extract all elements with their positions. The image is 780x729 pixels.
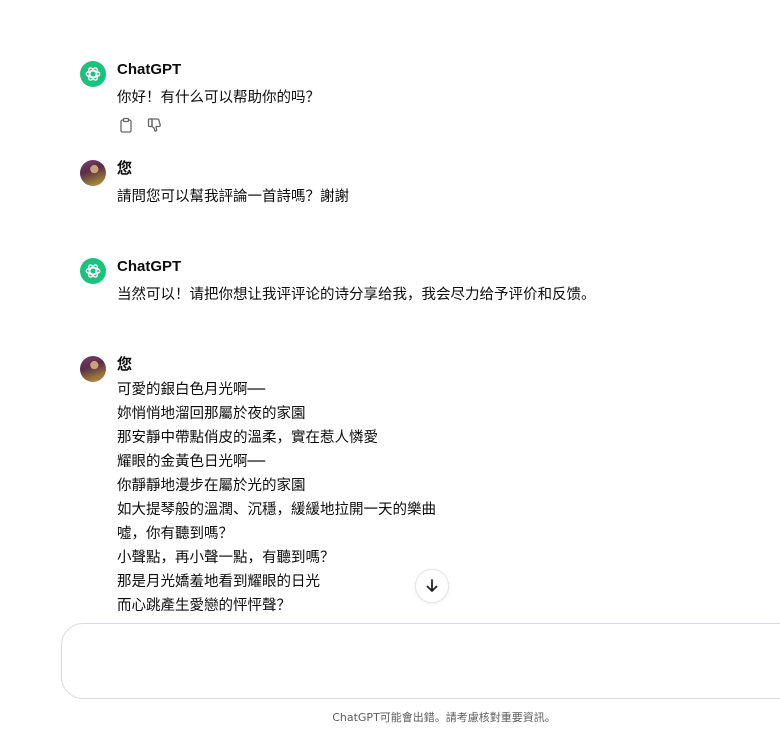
poem-line: 耀眼的金黃色日光啊── [117,454,265,470]
message-text: 当然可以！请把你想让我评评论的诗分享给我，我会尽力给予评价和反馈。 [117,283,596,307]
user-avatar [80,356,106,382]
chatgpt-avatar [80,61,106,87]
poem-line: 那是月光嬌羞地看到耀眼的日光 [117,574,320,590]
assistant-message: ChatGPT 你好！有什么可以帮助你的吗？ [80,61,760,141]
chat-page: ChatGPT 你好！有什么可以帮助你的吗？ 您 請問您可以幫我評論一首詩嗎？謝… [0,0,780,729]
chatgpt-avatar [80,258,106,284]
copy-icon[interactable] [118,117,134,133]
message-actions [118,117,163,133]
poem-line: 你靜靜地漫步在屬於光的家園 [117,478,306,494]
sender-name: ChatGPT [117,258,182,275]
thumbs-down-icon[interactable] [147,117,163,133]
poem-line: 而心跳產生愛戀的怦怦聲？ [117,598,291,614]
sender-name: 您 [117,160,133,177]
user-avatar [80,160,106,186]
poem-line: 妳悄悄地溜回那屬於夜的家園 [117,406,306,422]
poem-line: 如大提琴般的溫潤、沉穩，緩緩地拉開一天的樂曲 [117,502,436,518]
sender-name: ChatGPT [117,61,182,78]
poem-line: 小聲點，再小聲一點，有聽到嗎？ [117,550,335,566]
scroll-to-bottom-button[interactable] [415,569,449,603]
openai-logo-icon [85,67,101,81]
disclaimer-text: ChatGPT可能會出錯。請考慮核對重要資訊。 [332,711,556,724]
message-input[interactable] [80,636,780,690]
message-line: 当然可以！请把你想让我评评论的诗分享给我，我会尽力给予评价和反馈。 [117,287,596,303]
message-text: 你好！有什么可以帮助你的吗？ [117,86,320,110]
message-composer [61,623,780,699]
poem-line: 噓，你有聽到嗎？ [117,526,233,542]
message-line: 你好！有什么可以帮助你的吗？ [117,90,320,106]
poem-line: 那安靜中帶點俏皮的溫柔，實在惹人憐愛 [117,430,378,446]
openai-logo-icon [85,264,101,278]
poem-line: 可愛的銀白色月光啊── [117,382,265,398]
poem-text: 可愛的銀白色月光啊── 妳悄悄地溜回那屬於夜的家園 那安靜中帶點俏皮的溫柔，實在… [117,378,436,618]
message-text: 請問您可以幫我評論一首詩嗎？謝謝 [117,185,349,209]
message-line: 請問您可以幫我評論一首詩嗎？謝謝 [117,189,349,205]
assistant-message: ChatGPT 当然可以！请把你想让我评评论的诗分享给我，我会尽力给予评价和反馈… [80,258,760,308]
sender-name: 您 [117,356,133,373]
user-message: 您 請問您可以幫我評論一首詩嗎？謝謝 [80,160,760,210]
arrow-down-icon [426,579,438,592]
